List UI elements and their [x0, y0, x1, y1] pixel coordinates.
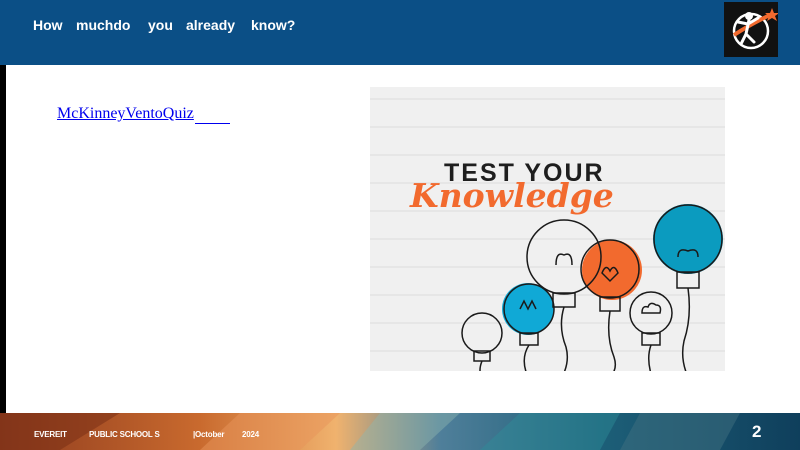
test-your-knowledge-image: TEST YOUR Knowledge [370, 87, 725, 371]
lightbulbs-illustration: TEST YOUR Knowledge [370, 98, 725, 371]
title-word-4: already [186, 17, 236, 33]
page-number: 2 [752, 422, 762, 441]
title-word-1: How [33, 17, 63, 33]
title-word-3: you [148, 17, 173, 33]
title-word-5: know? [251, 17, 296, 33]
footer-year: 2024 [242, 430, 259, 439]
footer-org-2: PUBLIC SCHOOL S [89, 430, 160, 439]
title-word-2: muchdo [76, 17, 131, 33]
left-accent-bar [0, 65, 6, 415]
everett-logo-icon [724, 2, 779, 57]
footer-month: |October [193, 430, 225, 439]
footer-org-1: EVEREIT [34, 430, 67, 439]
quiz-link[interactable]: McKinneyVentoQuiz [57, 105, 194, 123]
knowledge-text: Knowledge [409, 176, 614, 215]
title-bar: How muchdo you already know? [0, 0, 800, 65]
link-underline-extension [195, 123, 230, 124]
